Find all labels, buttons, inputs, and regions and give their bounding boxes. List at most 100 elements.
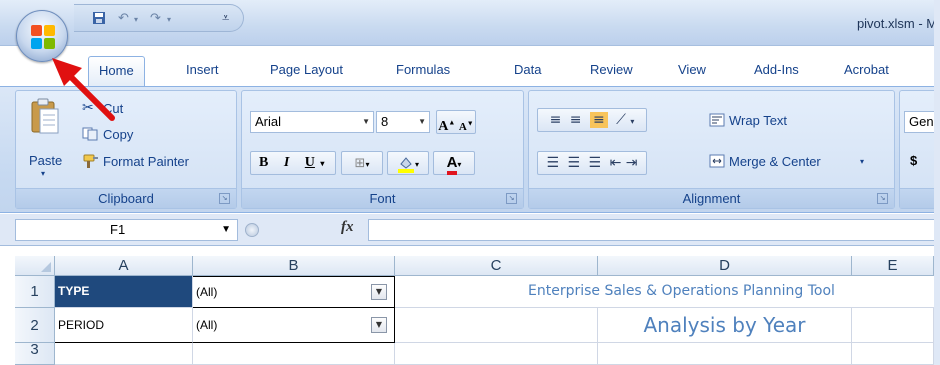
font-color-button[interactable]: A▾ (433, 151, 475, 175)
cell-e2[interactable] (852, 308, 934, 343)
cell-b3[interactable] (193, 343, 395, 365)
row-header-1[interactable]: 1 (15, 276, 55, 308)
tab-add-ins[interactable]: Add-Ins (754, 56, 799, 86)
grow-shrink-font-buttons[interactable]: A▲ A▼ (436, 110, 476, 134)
vertical-align-buttons: ≡ ≡ ≡ ⟋ ▾ (537, 108, 647, 132)
fill-color-dropdown-icon[interactable]: ▾ (415, 160, 419, 169)
font-size-dropdown-icon[interactable]: ▼ (418, 112, 426, 132)
worksheet-grid: A B C D E 1 2 3 TYPE (All) ▼ Enterprise … (0, 247, 940, 365)
merge-center-button[interactable]: Merge & Center (729, 154, 821, 169)
horizontal-align-buttons: ☰ ☰ ☰ ⇤ ⇥ (537, 151, 647, 175)
cell-e3[interactable] (852, 343, 934, 365)
insert-function-icon[interactable]: fx (341, 219, 354, 236)
report-title: Enterprise Sales & Operations Planning T… (528, 283, 835, 299)
font-group: Arial ▼ 8 ▼ A▲ A▼ B I U ▾ ⊞▾ ▾ A▾ Font ↘ (241, 90, 524, 209)
row-header-3[interactable]: 3 (15, 342, 55, 365)
clipboard-dialog-launcher-icon[interactable]: ↘ (219, 193, 230, 204)
tab-formulas[interactable]: Formulas (396, 56, 450, 86)
formula-bar: F1 ▼ fx (0, 214, 940, 246)
cell-c3[interactable] (395, 343, 598, 365)
formula-input[interactable] (368, 219, 940, 241)
decrease-indent-icon[interactable]: ⇤ (610, 155, 622, 171)
save-icon[interactable] (92, 11, 106, 29)
column-header-b[interactable]: B (193, 256, 395, 276)
cell-a1[interactable]: TYPE (55, 276, 193, 308)
grow-font-icon[interactable]: A▲ (438, 118, 455, 134)
column-header-a[interactable]: A (55, 256, 193, 276)
title-row-1: Enterprise Sales & Operations Planning T… (395, 276, 934, 308)
cell-c2[interactable] (395, 308, 598, 343)
customize-qat-icon[interactable]: ⩡ (222, 11, 229, 26)
bold-button[interactable]: B (259, 155, 268, 170)
format-painter-icon (82, 153, 100, 172)
cell-b2[interactable]: (All) (193, 308, 395, 343)
redo-dropdown-icon[interactable]: ▾ (167, 15, 171, 24)
quick-access-toolbar: ↶ ▾ ↷ ▾ ⩡ (74, 4, 244, 32)
period-filter-dropdown-icon[interactable]: ▼ (371, 317, 387, 333)
column-header-e[interactable]: E (852, 256, 934, 276)
cut-button[interactable]: Cut (103, 101, 123, 116)
paste-button[interactable]: Paste (29, 153, 62, 168)
office-button[interactable] (16, 10, 68, 62)
formula-cancel-icon[interactable] (245, 223, 259, 237)
column-header-d[interactable]: D (598, 256, 852, 276)
redo-icon[interactable]: ↷ (150, 11, 161, 26)
borders-dropdown-icon[interactable]: ▾ (365, 160, 369, 169)
select-all-button[interactable] (15, 256, 55, 276)
merge-center-dropdown-icon[interactable]: ▾ (860, 157, 864, 166)
tab-acrobat[interactable]: Acrobat (844, 56, 889, 86)
font-size-combo[interactable]: 8 ▼ (376, 111, 430, 133)
copy-icon (82, 127, 98, 144)
alignment-group: ≡ ≡ ≡ ⟋ ▾ ☰ ☰ ☰ ⇤ ⇥ Wrap Text Merge & Ce… (528, 90, 895, 209)
alignment-dialog-launcher-icon[interactable]: ↘ (877, 193, 888, 204)
cell-d3[interactable] (598, 343, 852, 365)
bottom-align-icon[interactable]: ≡ (589, 112, 608, 128)
format-painter-button[interactable]: Format Painter (103, 154, 189, 169)
top-align-icon[interactable]: ≡ (550, 112, 562, 128)
fill-color-button[interactable]: ▾ (387, 151, 429, 175)
wrap-text-button[interactable]: Wrap Text (729, 113, 787, 128)
name-box[interactable]: F1 ▼ (15, 219, 238, 241)
fill-color-icon (397, 157, 414, 174)
middle-align-icon[interactable]: ≡ (570, 112, 582, 128)
cell-b1[interactable]: (All) (193, 276, 395, 308)
font-size-value: 8 (381, 114, 389, 129)
report-subtitle: Analysis by Year (598, 308, 852, 343)
align-left-icon[interactable]: ☰ (547, 155, 560, 171)
cell-a2[interactable]: PERIOD (55, 308, 193, 343)
font-name-combo[interactable]: Arial ▼ (250, 111, 374, 133)
tab-insert[interactable]: Insert (186, 56, 219, 86)
font-dialog-launcher-icon[interactable]: ↘ (506, 193, 517, 204)
paste-dropdown-icon[interactable]: ▾ (41, 169, 45, 178)
borders-button[interactable]: ⊞▾ (341, 151, 383, 175)
copy-button[interactable]: Copy (103, 127, 133, 142)
cell-a3[interactable] (55, 343, 193, 365)
row-header-2[interactable]: 2 (15, 308, 55, 343)
font-name-dropdown-icon[interactable]: ▼ (362, 112, 370, 132)
type-filter-dropdown-icon[interactable]: ▼ (371, 284, 387, 300)
tab-view[interactable]: View (678, 56, 706, 86)
undo-dropdown-icon[interactable]: ▾ (134, 15, 138, 24)
center-icon[interactable]: ☰ (568, 155, 581, 171)
tab-page-layout[interactable]: Page Layout (270, 56, 343, 86)
font-color-dropdown-icon[interactable]: ▾ (457, 160, 461, 169)
underline-button[interactable]: U (305, 155, 315, 170)
name-box-dropdown-icon[interactable]: ▼ (221, 220, 231, 240)
paste-icon[interactable] (30, 97, 60, 140)
tab-home[interactable]: Home (88, 56, 145, 86)
tab-review[interactable]: Review (590, 56, 633, 86)
merge-center-icon (709, 154, 725, 171)
shrink-font-icon[interactable]: A▼ (459, 119, 474, 133)
clipboard-group: Paste ▾ ✂ Cut Copy Format Painter Clipbo… (15, 90, 237, 209)
undo-icon[interactable]: ↶ (118, 11, 129, 26)
column-header-c[interactable]: C (395, 256, 598, 276)
align-right-icon[interactable]: ☰ (589, 155, 602, 171)
orientation-dropdown-icon[interactable]: ▾ (630, 117, 634, 126)
italic-button[interactable]: I (284, 155, 289, 170)
tab-data[interactable]: Data (514, 56, 541, 86)
increase-indent-icon[interactable]: ⇥ (626, 155, 638, 171)
orientation-icon[interactable]: ⟋ (616, 112, 626, 128)
font-name-value: Arial (255, 114, 282, 129)
underline-dropdown-icon[interactable]: ▾ (320, 159, 324, 168)
currency-button[interactable]: $ (910, 153, 917, 168)
